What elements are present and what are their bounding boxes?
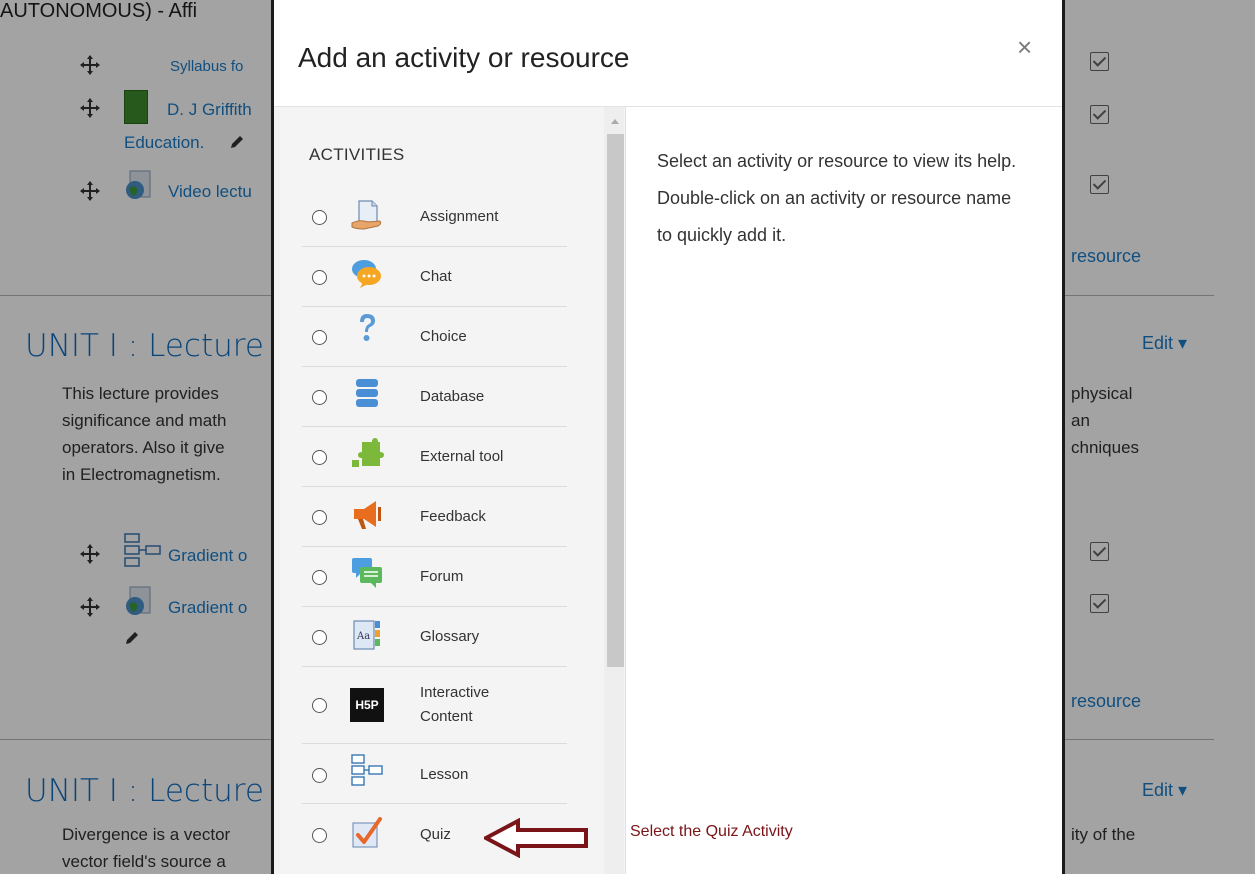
- close-button[interactable]: ×: [1017, 34, 1032, 60]
- activity-radio[interactable]: [312, 210, 327, 225]
- modal-header: Add an activity or resource ×: [274, 0, 1062, 107]
- activity-label[interactable]: Assignment: [420, 208, 498, 225]
- quiz-icon: [352, 817, 382, 848]
- chat-icon: [352, 260, 381, 288]
- activity-radio[interactable]: [312, 630, 327, 645]
- activity-radio[interactable]: [312, 450, 327, 465]
- activity-radio[interactable]: [312, 390, 327, 405]
- activity-option-interactive-content[interactable]: H5P Interactive Content: [302, 666, 567, 744]
- choice-icon: [360, 314, 375, 341]
- activity-radio[interactable]: [312, 828, 327, 843]
- activity-label[interactable]: Interactive: [420, 684, 489, 701]
- assignment-icon: [351, 200, 382, 230]
- svg-text:Aa: Aa: [356, 631, 370, 642]
- activity-option-feedback[interactable]: Feedback: [302, 486, 567, 547]
- scrollbar-thumb[interactable]: [607, 134, 624, 667]
- annotation-arrow-icon: [484, 818, 588, 858]
- activity-label[interactable]: Quiz: [420, 826, 451, 843]
- activity-label[interactable]: Chat: [420, 268, 452, 285]
- activity-label[interactable]: Feedback: [420, 508, 486, 525]
- activity-label-line2[interactable]: Content: [420, 708, 473, 725]
- activity-label[interactable]: Forum: [420, 568, 463, 585]
- activity-option-glossary[interactable]: Aa Glossary: [302, 606, 567, 667]
- activity-option-choice[interactable]: Choice: [302, 306, 567, 367]
- activity-radio[interactable]: [312, 330, 327, 345]
- h5p-icon: H5P: [350, 688, 384, 722]
- activity-option-chat[interactable]: Chat: [302, 246, 567, 307]
- add-activity-modal: Add an activity or resource × ACTIVITIES…: [271, 0, 1065, 874]
- activity-list-panel: ACTIVITIES Assignment Chat Choice Databa…: [274, 107, 626, 874]
- activity-radio[interactable]: [312, 510, 327, 525]
- activity-label[interactable]: Choice: [420, 328, 467, 345]
- activity-radio[interactable]: [312, 698, 327, 713]
- external-tool-icon: [352, 438, 384, 467]
- activity-label[interactable]: External tool: [420, 448, 503, 465]
- lesson-icon: [351, 754, 383, 786]
- glossary-icon: Aa: [353, 620, 380, 650]
- forum-icon: [352, 558, 382, 588]
- activity-radio[interactable]: [312, 570, 327, 585]
- modal-title: Add an activity or resource: [298, 42, 630, 73]
- activity-option-external-tool[interactable]: External tool: [302, 426, 567, 487]
- activity-radio[interactable]: [312, 768, 327, 783]
- h5p-icon-text: H5P: [355, 698, 379, 712]
- activity-option-lesson[interactable]: Lesson: [302, 743, 567, 804]
- feedback-icon: [354, 501, 381, 529]
- help-text: Select an activity or resource to view i…: [657, 151, 1017, 245]
- activity-option-forum[interactable]: Forum: [302, 546, 567, 607]
- annotation-text: Select the Quiz Activity: [630, 823, 793, 840]
- scroll-up-arrow-icon[interactable]: [611, 119, 619, 124]
- activities-heading: ACTIVITIES: [309, 145, 405, 164]
- activity-label[interactable]: Lesson: [420, 766, 468, 783]
- activity-radio[interactable]: [312, 270, 327, 285]
- activity-option-database[interactable]: Database: [302, 366, 567, 427]
- activity-label[interactable]: Database: [420, 388, 484, 405]
- database-icon: [356, 379, 378, 407]
- activity-option-assignment[interactable]: Assignment: [302, 186, 567, 247]
- activity-label[interactable]: Glossary: [420, 628, 479, 645]
